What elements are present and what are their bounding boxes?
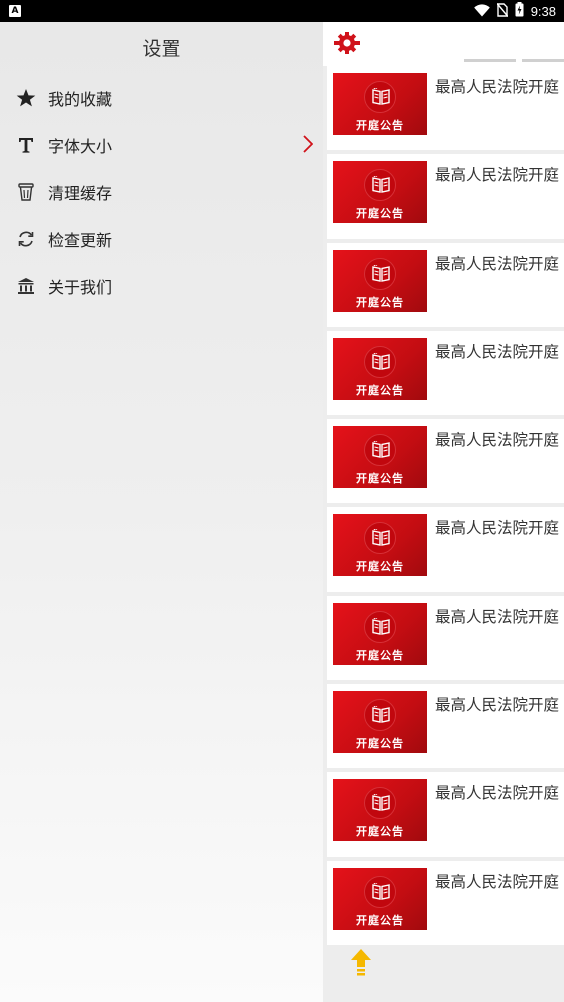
news-title: 最高人民法院开庭 xyxy=(435,872,560,891)
notification-a-icon: A xyxy=(9,5,21,17)
chevron-right-icon xyxy=(303,135,314,157)
news-list: 开庭公告 最高人民法院开庭 开庭公告 最高人民法院开庭 开庭公告 最高人民法院开庭 开庭公告… xyxy=(327,66,564,949)
news-list-item[interactable]: 开庭公告 最高人民法院开庭 xyxy=(327,595,564,685)
thumbnail-label: 开庭公告 xyxy=(356,560,404,574)
news-list-item[interactable]: 开庭公告 最高人民法院开庭 xyxy=(327,684,564,773)
menu-item-label: 清理缓存 xyxy=(48,183,113,203)
tab-indicator xyxy=(522,59,564,62)
thumbnail-label: 开庭公告 xyxy=(356,648,404,662)
building-icon xyxy=(15,275,37,297)
thumbnail-label: 开庭公告 xyxy=(356,119,404,132)
drawer-title: 设置 xyxy=(142,38,181,60)
star-icon xyxy=(15,87,37,109)
menu-item-check-update[interactable]: 检查更新 xyxy=(0,215,323,262)
tab-indicator xyxy=(464,59,516,62)
book-icon xyxy=(371,263,391,287)
menu-item-label: 关于我们 xyxy=(48,277,113,297)
news-thumbnail: 开庭公告 xyxy=(333,691,427,754)
scroll-top-arrow-icon[interactable] xyxy=(349,948,373,980)
book-icon xyxy=(371,440,391,463)
book-icon xyxy=(371,352,391,375)
settings-drawer: 设置 我的收藏 字体大小 清理缓存 检查更新 关于我们 xyxy=(0,22,323,1002)
news-list-item[interactable]: 开庭公告 最高人民法院开庭 xyxy=(327,860,564,949)
thumbnail-label: 开庭公告 xyxy=(356,737,404,751)
menu-item-label: 字体大小 xyxy=(48,136,113,156)
news-thumbnail: 开庭公告 xyxy=(333,161,427,224)
font-size-icon xyxy=(15,134,37,156)
main-topbar xyxy=(323,22,564,66)
status-icons: 9:38 xyxy=(473,1,556,21)
news-title: 最高人民法院开庭 xyxy=(435,607,560,626)
news-title: 最高人民法院开庭 xyxy=(435,342,560,361)
news-title: 最高人民法院开庭 xyxy=(435,784,560,803)
news-thumbnail: 开庭公告 xyxy=(333,337,427,400)
thumbnail-label: 开庭公告 xyxy=(356,825,404,839)
news-title: 最高人民法院开庭 xyxy=(435,519,560,538)
battery-icon xyxy=(515,1,524,21)
thumbnail-label: 开庭公告 xyxy=(356,383,404,397)
trash-icon xyxy=(15,181,37,203)
thumbnail-label: 开庭公告 xyxy=(356,913,404,927)
news-thumbnail: 开庭公告 xyxy=(333,73,427,135)
news-list-item[interactable]: 开庭公告 最高人民法院开庭 xyxy=(327,507,564,596)
book-icon xyxy=(371,87,391,110)
news-thumbnail: 开庭公告 xyxy=(333,426,427,489)
menu-item-favorites[interactable]: 我的收藏 xyxy=(0,74,323,121)
news-thumbnail: 开庭公告 xyxy=(333,867,427,930)
news-list-item[interactable]: 开庭公告 最高人民法院开庭 xyxy=(327,330,564,420)
news-main-panel: 开庭公告 最高人民法院开庭 开庭公告 最高人民法院开庭 开庭公告 最高人民法院开庭 开庭公告… xyxy=(323,22,564,1002)
no-sim-icon xyxy=(496,2,509,21)
menu-item-font-size[interactable]: 字体大小 xyxy=(0,121,323,168)
status-time: 9:38 xyxy=(530,3,556,19)
news-thumbnail: 开庭公告 xyxy=(333,602,427,665)
book-icon xyxy=(371,175,391,198)
news-title: 最高人民法院开庭 xyxy=(435,696,560,715)
news-thumbnail: 开庭公告 xyxy=(333,779,427,842)
thumbnail-label: 开庭公告 xyxy=(356,295,404,309)
gear-icon[interactable] xyxy=(329,31,365,59)
news-title: 最高人民法院开庭 xyxy=(435,254,560,273)
news-thumbnail: 开庭公告 xyxy=(333,514,427,577)
news-list-item[interactable]: 开庭公告 最高人民法院开庭 xyxy=(327,419,564,508)
menu-item-label: 我的收藏 xyxy=(48,89,113,109)
menu-item-about[interactable]: 关于我们 xyxy=(0,262,323,309)
book-icon xyxy=(371,617,391,640)
news-title: 最高人民法院开庭 xyxy=(435,78,560,96)
status-bar: A 9:38 xyxy=(0,0,564,22)
settings-menu: 我的收藏 字体大小 清理缓存 检查更新 关于我们 xyxy=(0,74,323,309)
refresh-icon xyxy=(15,228,37,250)
book-icon xyxy=(371,705,391,728)
news-thumbnail: 开庭公告 xyxy=(333,249,427,312)
book-icon xyxy=(371,528,391,551)
news-list-item[interactable]: 开庭公告 最高人民法院开庭 xyxy=(327,772,564,861)
news-list-item[interactable]: 开庭公告 最高人民法院开庭 xyxy=(327,242,564,331)
wifi-icon xyxy=(473,2,490,21)
news-title: 最高人民法院开庭 xyxy=(435,431,560,450)
menu-item-clear-cache[interactable]: 清理缓存 xyxy=(0,168,323,215)
news-list-item[interactable]: 开庭公告 最高人民法院开庭 xyxy=(327,66,564,155)
book-icon xyxy=(371,793,391,816)
news-title: 最高人民法院开庭 xyxy=(435,166,560,185)
thumbnail-label: 开庭公告 xyxy=(356,472,404,486)
news-list-item[interactable]: 开庭公告 最高人民法院开庭 xyxy=(327,154,564,243)
book-icon xyxy=(371,882,391,905)
menu-item-label: 检查更新 xyxy=(48,230,113,250)
thumbnail-label: 开庭公告 xyxy=(356,207,404,221)
